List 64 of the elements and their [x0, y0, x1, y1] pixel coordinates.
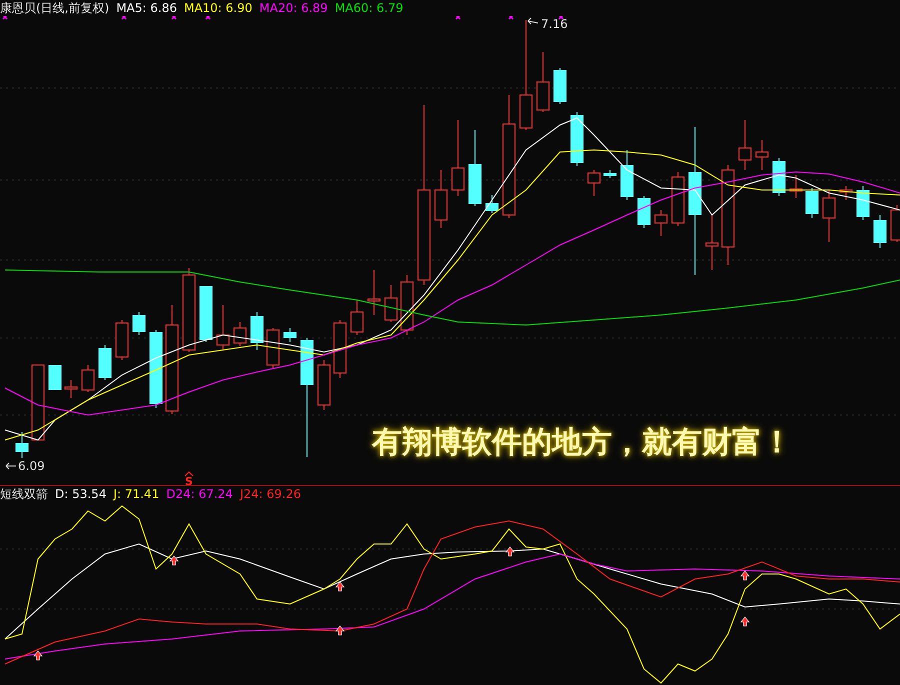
stock-title: 康恩贝(日线,前复权)	[0, 1, 110, 15]
indicator-label: J: 71.41	[113, 487, 160, 501]
candlestick	[486, 194, 498, 214]
candlestick	[806, 188, 818, 218]
candlestick	[772, 158, 786, 196]
candlestick	[638, 196, 650, 228]
high-price-label: 7.16	[541, 17, 568, 31]
candlestick	[554, 68, 566, 104]
candlestick	[216, 304, 230, 350]
candlestick	[284, 328, 296, 342]
candlestick	[874, 214, 886, 248]
candlestick	[536, 52, 550, 112]
candlestick	[856, 186, 870, 220]
candlestick	[434, 170, 448, 228]
indicator-label: D: 53.54	[55, 487, 106, 501]
candlestick	[570, 112, 584, 166]
low-pointer-icon	[6, 462, 16, 470]
candlestick	[654, 210, 668, 236]
candlestick	[706, 214, 718, 270]
candlestick	[234, 322, 246, 346]
indicator-label: J24: 69.26	[240, 487, 301, 501]
up-arrow-icon	[335, 626, 345, 636]
candlestick	[400, 274, 414, 336]
candlestick	[604, 170, 616, 178]
candlestick	[790, 174, 802, 198]
candlestick	[16, 432, 28, 458]
candlestick	[822, 190, 836, 242]
candlestick	[334, 320, 346, 378]
candlestick	[116, 320, 128, 360]
sell-signal-label: S	[185, 475, 193, 485]
up-arrow-icon	[169, 556, 179, 566]
candlestick	[200, 286, 212, 342]
candlestick	[620, 150, 634, 200]
indicator-label: MA10: 6.90	[184, 1, 252, 15]
high-pointer-icon	[528, 18, 538, 24]
indicator-label: MA20: 6.89	[259, 1, 328, 15]
candlestick	[82, 364, 94, 392]
indicator-label: MA5: 6.86	[116, 1, 177, 15]
up-arrow-icon	[33, 650, 43, 660]
indicator-label: D24: 67.24	[166, 487, 233, 501]
up-arrow-icon	[335, 582, 345, 592]
up-arrow-icon	[740, 570, 750, 580]
candlestick	[672, 172, 684, 226]
candlestick	[48, 364, 62, 390]
candlestick	[840, 186, 852, 200]
candlestick	[738, 120, 752, 170]
candlestick	[756, 140, 768, 170]
candlestick	[250, 312, 264, 350]
candlestick	[266, 328, 280, 368]
up-caret-icon	[184, 471, 194, 476]
candlestick	[318, 360, 330, 410]
slogan-text: 有翔博软件的地方，就有财富！	[372, 424, 792, 462]
indicator-label: MA60: 6.79	[334, 1, 404, 15]
candlestick	[368, 270, 380, 316]
candlestick	[588, 170, 600, 196]
candlestick	[350, 300, 364, 336]
indicator-title: 短线双箭	[0, 487, 48, 501]
candlestick	[64, 380, 78, 398]
low-price-label: 6.09	[18, 459, 45, 473]
candlestick	[132, 312, 146, 336]
up-arrow-icon	[740, 616, 750, 626]
candlestick	[98, 344, 112, 380]
candlestick	[384, 284, 398, 322]
up-arrow-icon	[505, 546, 515, 556]
